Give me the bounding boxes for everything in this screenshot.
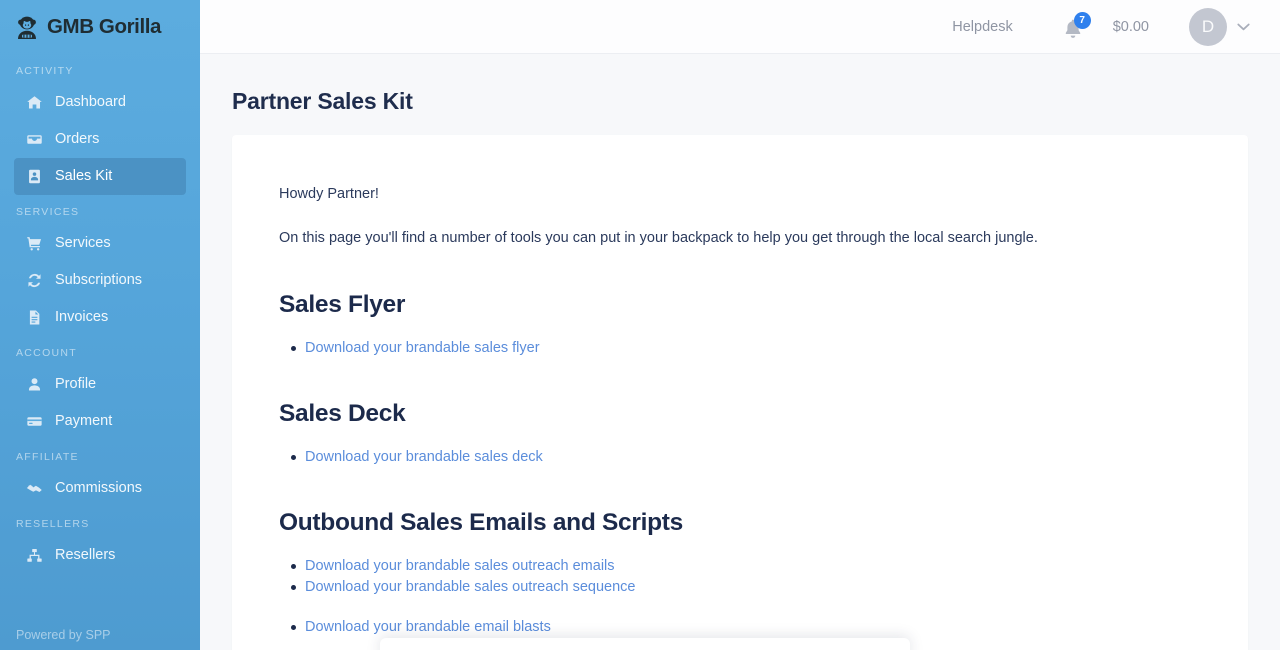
sidebar: GMB Gorilla ACTIVITY Dashboard Orders Sa…: [0, 0, 200, 650]
section-heading: Sales Flyer: [279, 290, 406, 318]
handshake-icon: [26, 480, 43, 497]
section-sales-deck: Sales Deck Download your brandable sales…: [279, 400, 1200, 468]
section-heading: Outbound Sales Emails and Scripts: [279, 508, 683, 536]
inbox-icon: [26, 131, 43, 148]
sales-kit-card: Howdy Partner! On this page you'll find …: [232, 135, 1248, 650]
notification-count-badge: 7: [1073, 11, 1091, 29]
app-root: GMB Gorilla ACTIVITY Dashboard Orders Sa…: [0, 0, 1280, 650]
brand-name: GMB Gorilla: [47, 14, 162, 38]
intro-greeting: Howdy Partner!: [279, 186, 379, 202]
user-menu[interactable]: D: [1189, 7, 1250, 46]
list-item: Download your brandable sales flyer: [291, 338, 1200, 359]
chevron-down-icon: [1237, 23, 1250, 31]
download-link-outreach-emails[interactable]: Download your brandable sales outreach e…: [305, 558, 615, 574]
sidebar-item-commissions[interactable]: Commissions: [14, 470, 186, 507]
download-link-sales-flyer[interactable]: Download your brandable sales flyer: [305, 340, 540, 356]
nav-group-label-services: SERVICES: [16, 206, 80, 218]
file-invoice-icon: [26, 309, 43, 326]
sidebar-item-label: Commissions: [55, 480, 143, 497]
notifications-button[interactable]: 7: [1061, 11, 1091, 40]
list-item: Download your brandable sales outreach s…: [291, 577, 1200, 598]
sidebar-item-payment[interactable]: Payment: [14, 403, 186, 440]
sidebar-item-profile[interactable]: Profile: [14, 366, 186, 403]
nav-group-label-resellers: RESELLERS: [16, 518, 90, 530]
nav-group-label-activity: ACTIVITY: [16, 65, 74, 77]
sidebar-item-label: Dashboard: [55, 94, 126, 111]
sidebar-item-label: Profile: [55, 376, 97, 393]
sidebar-item-subscriptions[interactable]: Subscriptions: [14, 262, 186, 299]
list-item: Download your brandable sales outreach e…: [291, 556, 1200, 577]
shopping-cart-icon: [26, 235, 43, 252]
brand-logo-link[interactable]: GMB Gorilla: [0, 0, 200, 54]
nav-group-label-affiliate: AFFILIATE: [16, 451, 79, 463]
gorilla-head-icon: [14, 14, 40, 40]
sidebar-item-orders[interactable]: Orders: [14, 121, 186, 158]
download-list: Download your brandable sales deck: [279, 447, 1200, 468]
sidebar-item-label: Sales Kit: [55, 168, 113, 185]
user-icon: [26, 376, 43, 393]
list-item: Download your brandable sales deck: [291, 447, 1200, 468]
sidebar-item-invoices[interactable]: Invoices: [14, 299, 186, 336]
refresh-cycle-icon: [26, 272, 43, 289]
section-heading: Sales Deck: [279, 399, 406, 427]
download-link-outreach-sequence[interactable]: Download your brandable sales outreach s…: [305, 579, 636, 595]
helpdesk-link[interactable]: Helpdesk: [952, 19, 1012, 35]
main-column: Helpdesk 7 $0.00 D Partner Sales Kit How…: [200, 0, 1280, 650]
page-title: Partner Sales Kit: [232, 88, 413, 114]
home-icon: [26, 94, 43, 111]
sidebar-item-resellers[interactable]: Resellers: [14, 537, 186, 574]
nav-group-label-account: ACCOUNT: [16, 347, 78, 359]
sitemap-icon: [26, 547, 43, 564]
sidebar-item-label: Orders: [55, 131, 100, 148]
contact-card-icon: [26, 168, 43, 185]
sidebar-item-label: Invoices: [55, 309, 109, 326]
avatar: D: [1189, 7, 1227, 46]
sidebar-item-services[interactable]: Services: [14, 225, 186, 262]
section-sales-flyer: Sales Flyer Download your brandable sale…: [279, 291, 1200, 359]
sidebar-item-label: Resellers: [55, 547, 116, 564]
credit-card-icon: [26, 413, 43, 430]
topbar: Helpdesk 7 $0.00 D: [200, 0, 1280, 54]
section-outbound-sales-emails: Outbound Sales Emails and Scripts Downlo…: [279, 509, 1200, 638]
sidebar-footer-credit: Powered by SPP: [16, 628, 111, 642]
sidebar-item-dashboard[interactable]: Dashboard: [14, 84, 186, 121]
download-link-email-blasts[interactable]: Download your brandable email blasts: [305, 619, 551, 635]
page-area: Partner Sales Kit Howdy Partner! On this…: [200, 54, 1280, 650]
sidebar-item-label: Payment: [55, 413, 113, 430]
download-list: Download your brandable sales flyer: [279, 338, 1200, 359]
sidebar-item-label: Services: [55, 235, 111, 252]
account-balance[interactable]: $0.00: [1113, 19, 1149, 35]
list-item: Download your brandable email blasts: [291, 617, 1200, 638]
sidebar-item-sales-kit[interactable]: Sales Kit: [14, 158, 186, 195]
download-link-sales-deck[interactable]: Download your brandable sales deck: [305, 449, 543, 465]
sidebar-item-label: Subscriptions: [55, 272, 143, 289]
download-list: Download your brandable sales outreach e…: [279, 556, 1200, 638]
intro-description: On this page you'll find a number of too…: [279, 230, 1038, 247]
